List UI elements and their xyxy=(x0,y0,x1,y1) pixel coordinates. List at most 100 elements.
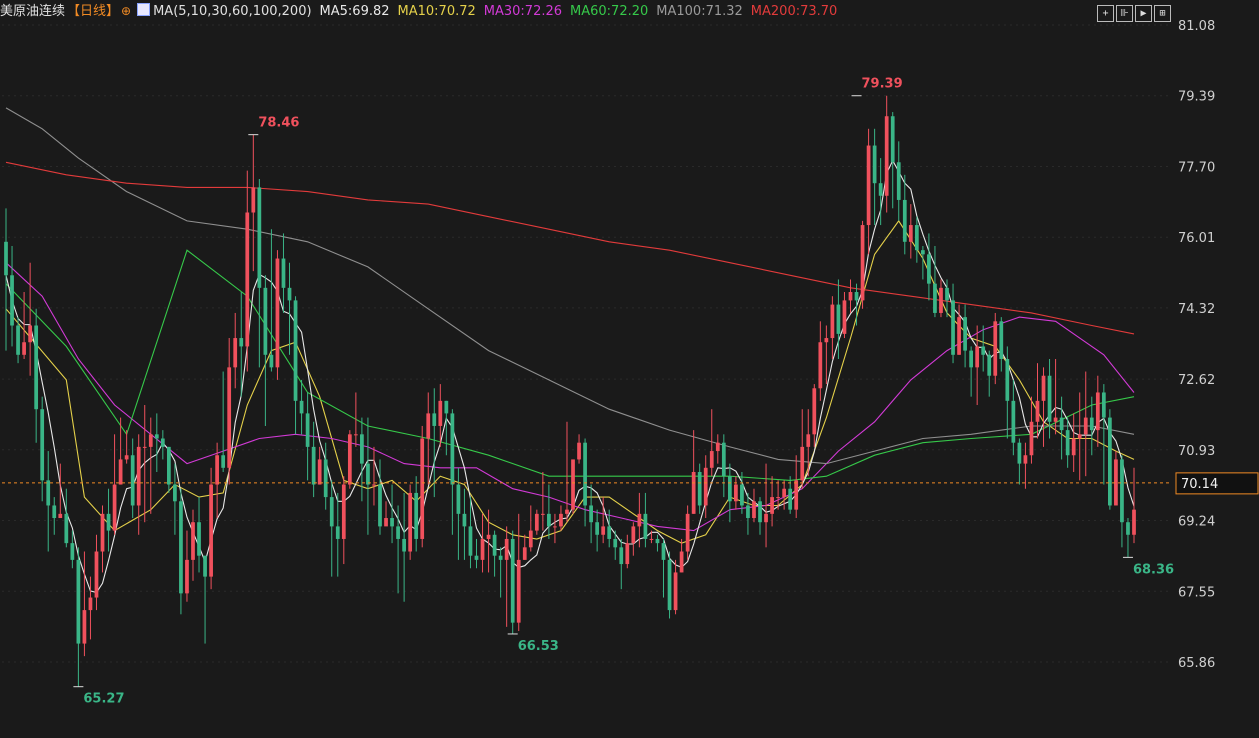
candle-body xyxy=(450,413,455,485)
candle xyxy=(1083,371,1088,477)
candle xyxy=(1041,367,1046,447)
high-label: 79.39 xyxy=(862,77,903,92)
candle-body xyxy=(390,518,394,527)
candle-body xyxy=(88,597,93,611)
candle xyxy=(619,538,624,590)
candle-body xyxy=(438,400,443,426)
candle xyxy=(854,283,859,326)
candle xyxy=(480,513,485,573)
indicator-params[interactable]: MA(5,10,30,60,100,200) xyxy=(153,4,311,19)
expand-icon[interactable]: ⊞ xyxy=(1154,5,1171,22)
candle xyxy=(734,476,738,510)
candle xyxy=(625,534,630,569)
candle-body xyxy=(173,484,177,502)
crosshair-icon[interactable]: + xyxy=(1097,5,1114,22)
candle-body xyxy=(776,497,780,499)
period-label[interactable]: 【日线】 xyxy=(67,4,119,19)
candle-body xyxy=(649,538,654,540)
candle-body xyxy=(1108,417,1112,506)
candle-body xyxy=(34,325,39,410)
candle-body xyxy=(577,442,581,460)
candle xyxy=(396,505,400,594)
candle xyxy=(1095,375,1100,447)
candle xyxy=(830,296,835,359)
candle-body xyxy=(112,484,117,531)
candle-body xyxy=(703,467,708,506)
candle-body xyxy=(896,162,901,200)
play-icon[interactable]: ▶ xyxy=(1135,5,1152,22)
candle xyxy=(82,551,87,657)
candle-body xyxy=(130,455,135,506)
candle xyxy=(528,505,533,552)
candle xyxy=(1132,467,1136,544)
candle-body xyxy=(474,555,479,560)
candle xyxy=(233,312,238,389)
candle-body xyxy=(40,409,45,481)
candle-body xyxy=(764,513,768,523)
chart-icon[interactable] xyxy=(137,3,151,16)
candle xyxy=(390,484,394,544)
candle-body xyxy=(154,434,159,439)
candle xyxy=(46,451,51,552)
y-tick-label: 69.24 xyxy=(1178,515,1215,530)
candle xyxy=(727,463,732,523)
candle-body xyxy=(142,446,147,448)
candle xyxy=(715,434,720,464)
candle-body xyxy=(209,484,213,577)
candle xyxy=(673,559,678,615)
candle xyxy=(130,438,135,519)
candle xyxy=(721,434,726,498)
candle xyxy=(516,513,521,632)
candle xyxy=(746,492,750,535)
candle-body xyxy=(601,526,606,535)
candle-body xyxy=(504,538,509,560)
candle-body xyxy=(619,547,624,565)
candle-body xyxy=(884,116,889,196)
symbol-name[interactable]: 美原油连续 xyxy=(0,4,65,19)
candle xyxy=(444,400,449,456)
candle-body xyxy=(1095,392,1100,431)
candle xyxy=(372,446,376,506)
candle xyxy=(360,417,364,502)
candle xyxy=(148,417,153,514)
candle-body xyxy=(1065,430,1070,456)
candle-body xyxy=(697,471,702,506)
candle xyxy=(378,459,382,535)
candle-body xyxy=(426,413,431,439)
candle-body xyxy=(287,287,292,301)
candle-body xyxy=(510,538,515,623)
candle xyxy=(335,492,340,577)
candle-body xyxy=(64,513,69,544)
candle-body xyxy=(197,522,201,556)
candle-body xyxy=(22,342,26,355)
candle-body xyxy=(589,505,593,523)
candle xyxy=(818,321,823,401)
candle xyxy=(34,308,39,443)
candle xyxy=(227,338,232,485)
candle xyxy=(655,534,660,552)
candle xyxy=(112,434,117,535)
candle-body xyxy=(987,354,992,376)
candle xyxy=(420,425,425,548)
chart-bars-icon[interactable]: ⊪ xyxy=(1116,5,1133,22)
candle xyxy=(890,112,895,209)
ma30-value: MA30:72.26 xyxy=(483,4,563,19)
plus-circle-icon[interactable]: ⊕ xyxy=(121,4,131,18)
candle-body xyxy=(166,446,171,485)
y-tick-label: 72.62 xyxy=(1178,373,1215,388)
candle-body xyxy=(981,346,986,355)
candle xyxy=(28,262,32,376)
candle xyxy=(571,459,575,514)
candle-body xyxy=(830,304,835,339)
ma60-value: MA60:72.20 xyxy=(570,4,649,19)
candle-body xyxy=(28,325,32,343)
candle xyxy=(963,304,967,368)
candle xyxy=(679,538,684,573)
candle xyxy=(408,484,413,560)
candle-body xyxy=(734,484,738,502)
candle-body xyxy=(914,225,919,251)
candle xyxy=(366,417,370,535)
candle-body xyxy=(516,559,521,623)
candle xyxy=(323,442,328,510)
candle-body xyxy=(673,572,678,611)
